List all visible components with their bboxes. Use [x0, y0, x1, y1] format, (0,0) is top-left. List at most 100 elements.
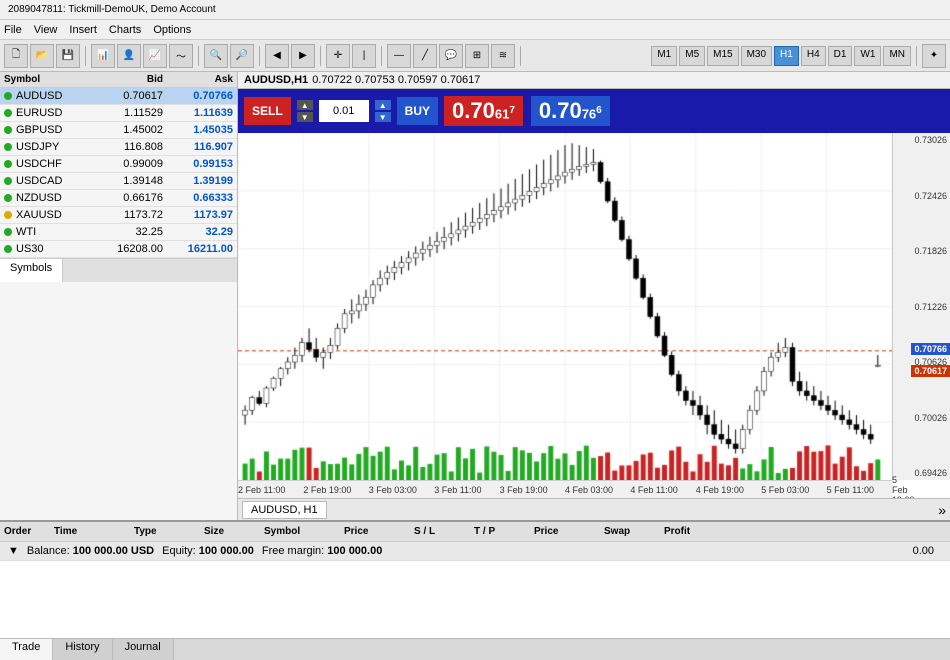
app-title: 2089047811: Tickmill-DemoUK, Demo Accoun… — [8, 4, 216, 15]
tf-m1[interactable]: M1 — [651, 46, 677, 66]
accounts-btn[interactable]: 👤 — [117, 44, 141, 68]
symbol-row-usdjpy[interactable]: USDJPY 116.808 116.907 — [0, 139, 237, 156]
indicators-btn[interactable]: ✦ — [922, 44, 946, 68]
ask-value: 1.45035 — [163, 124, 233, 136]
buy-button[interactable]: BUY — [397, 97, 438, 125]
zoom-out-btn[interactable]: 🔎 — [230, 44, 254, 68]
symbol-name: XAUUSD — [4, 209, 83, 221]
line-chart-btn[interactable]: 〜 — [169, 44, 193, 68]
lot-up-btn[interactable]: ▲ — [375, 100, 391, 110]
tf-mn[interactable]: MN — [883, 46, 911, 66]
grid-btn[interactable]: ⊞ — [465, 44, 489, 68]
chart-canvas-container[interactable]: 0.730260.724260.718260.712260.706260.700… — [238, 133, 950, 498]
sep2 — [198, 46, 199, 66]
expand-icon[interactable]: » — [938, 502, 946, 518]
crosshair-btn[interactable]: ✛ — [326, 44, 350, 68]
tf-h1[interactable]: H1 — [774, 46, 799, 66]
tf-w1[interactable]: W1 — [854, 46, 881, 66]
symbol-row-audusd[interactable]: AUDUSD 0.70617 0.70766 — [0, 88, 237, 105]
sym-label: XAUUSD — [16, 209, 62, 221]
lot-size-input[interactable] — [319, 100, 369, 122]
tab-journal[interactable]: Journal — [113, 639, 174, 660]
sell-button[interactable]: SELL — [244, 97, 291, 125]
time-label-4: 3 Feb 19:00 — [500, 485, 548, 495]
lot-down-btn[interactable]: ▼ — [375, 112, 391, 122]
expand-icon-row[interactable]: ▼ — [8, 545, 19, 557]
time-label-8: 5 Feb 03:00 — [761, 485, 809, 495]
sym-label: EURUSD — [16, 107, 62, 119]
tab-trade[interactable]: Trade — [0, 639, 53, 660]
status-dot — [4, 211, 12, 219]
col-order: Order — [4, 526, 54, 537]
symbol-row-xauusd[interactable]: XAUUSD 1173.72 1173.97 — [0, 207, 237, 224]
symbol-name: EURUSD — [4, 107, 83, 119]
comment-btn[interactable]: 💬 — [439, 44, 463, 68]
symbol-name: US30 — [4, 243, 83, 255]
price-label-1: 0.72426 — [893, 191, 950, 201]
trendline-btn[interactable]: ╱ — [413, 44, 437, 68]
tf-m15[interactable]: M15 — [707, 46, 738, 66]
bid-value: 0.99009 — [83, 158, 163, 170]
sym-label: GBPUSD — [16, 124, 62, 136]
open-btn[interactable]: 📂 — [30, 44, 54, 68]
tab-symbols[interactable]: Symbols — [0, 259, 63, 282]
symbol-name: GBPUSD — [4, 124, 83, 136]
sell-price-up[interactable]: ▲ — [297, 100, 313, 110]
symbol-row-eurusd[interactable]: EURUSD 1.11529 1.11639 — [0, 105, 237, 122]
symbol-row-gbpusd[interactable]: GBPUSD 1.45002 1.45035 — [0, 122, 237, 139]
col-type: Type — [134, 526, 204, 537]
time-label-0: 2 Feb 11:00 — [238, 485, 285, 495]
current-price-label: 0.70617 — [911, 365, 950, 377]
chart-canvas[interactable] — [238, 133, 892, 480]
fib-btn[interactable]: ≋ — [491, 44, 515, 68]
status-dot — [4, 126, 12, 134]
balance-row: ▼ Balance: 100 000.00 USD Equity: 100 00… — [0, 542, 950, 561]
menu-file[interactable]: File — [4, 24, 22, 36]
trade-price-label: 0.70766 — [911, 343, 950, 355]
col-profit: Profit — [664, 526, 734, 537]
sep3 — [259, 46, 260, 66]
menu-charts[interactable]: Charts — [109, 24, 141, 36]
status-dot — [4, 228, 12, 236]
tf-m30[interactable]: M30 — [741, 46, 772, 66]
menu-options[interactable]: Options — [153, 24, 191, 36]
time-axis: 2 Feb 11:002 Feb 19:003 Feb 03:003 Feb 1… — [238, 480, 892, 498]
symbol-row-us30[interactable]: US30 16208.00 16211.00 — [0, 241, 237, 258]
symbol-name: AUDUSD — [4, 90, 83, 102]
zoom-in-btn[interactable]: 🔍 — [204, 44, 228, 68]
buy-price-main: 0.70 — [539, 98, 582, 124]
order-list-area — [0, 561, 950, 638]
symbol-row-usdchf[interactable]: USDCHF 0.99009 0.99153 — [0, 156, 237, 173]
sym-label: NZDUSD — [16, 192, 62, 204]
tab-history[interactable]: History — [53, 639, 112, 660]
save-btn[interactable]: 💾 — [56, 44, 80, 68]
sell-price-down[interactable]: ▼ — [297, 112, 313, 122]
col-symbol: Symbol — [4, 74, 83, 85]
symbol-panel: Symbol Bid Ask AUDUSD 0.70617 0.70766 EU… — [0, 72, 238, 520]
sym-label: USDCAD — [16, 175, 62, 187]
tf-h4[interactable]: H4 — [801, 46, 826, 66]
symbol-row-usdcad[interactable]: USDCAD 1.39148 1.39199 — [0, 173, 237, 190]
time-label-7: 4 Feb 19:00 — [696, 485, 744, 495]
chart-area: AUDUSD,H1 0.70722 0.70753 0.70597 0.7061… — [238, 72, 950, 520]
symbol-tab-bar: Symbols — [0, 258, 237, 282]
menu-insert[interactable]: Insert — [69, 24, 97, 36]
symbol-row-wti[interactable]: WTI 32.25 32.29 — [0, 224, 237, 241]
tf-m5[interactable]: M5 — [679, 46, 705, 66]
title-bar: 2089047811: Tickmill-DemoUK, Demo Accoun… — [0, 0, 950, 20]
chart-tab-bar: AUDUSD, H1 » — [238, 498, 950, 520]
new-chart-btn[interactable]: 🗋 — [4, 44, 28, 68]
tf-d1[interactable]: D1 — [828, 46, 853, 66]
time-label-2: 3 Feb 03:00 — [369, 485, 417, 495]
scroll-right-btn[interactable]: ▶ — [291, 44, 315, 68]
scroll-left-btn[interactable]: ◀ — [265, 44, 289, 68]
period-sep-btn[interactable]: | — [352, 44, 376, 68]
chart-btn[interactable]: 📈 — [143, 44, 167, 68]
menu-view[interactable]: View — [34, 24, 58, 36]
symbol-table-header: Symbol Bid Ask — [0, 72, 237, 88]
history-btn[interactable]: 📊 — [91, 44, 115, 68]
col-bid: Bid — [83, 74, 163, 85]
chart-tab-audusd[interactable]: AUDUSD, H1 — [242, 501, 327, 519]
symbol-row-nzdusd[interactable]: NZDUSD 0.66176 0.66333 — [0, 190, 237, 207]
line-tool-btn[interactable]: — — [387, 44, 411, 68]
